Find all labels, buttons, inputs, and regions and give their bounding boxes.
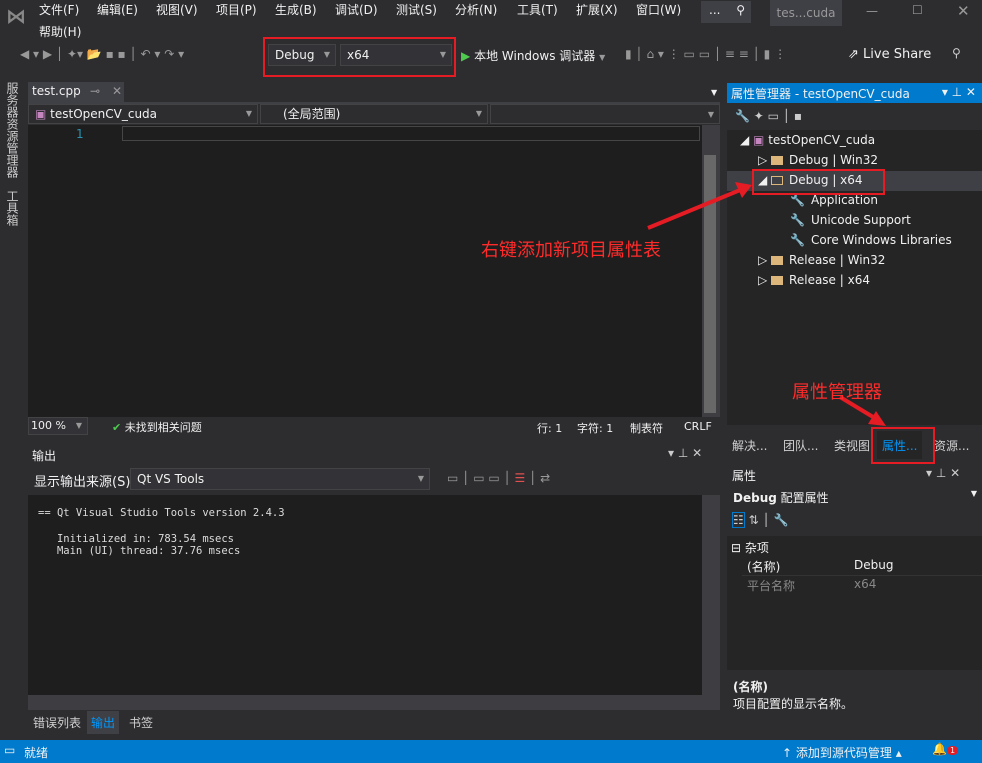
status-ready: 就绪 bbox=[24, 746, 49, 760]
property-name: (名称) bbox=[747, 560, 781, 574]
property-name: 平台名称 bbox=[747, 579, 796, 593]
properties-title: 属性 bbox=[732, 469, 757, 483]
object-name: Debug bbox=[733, 491, 777, 505]
add-source-control-button[interactable]: ↑ 添加到源代码管理 ▴ bbox=[782, 744, 902, 761]
arrow-to-debug-x64 bbox=[647, 186, 746, 230]
annotation-prop-manager: 属性管理器 bbox=[792, 382, 882, 403]
properties-object-dropdown[interactable]: Debug 配置属性 ▼ bbox=[727, 487, 982, 509]
object-type: 配置属性 bbox=[780, 491, 829, 505]
category-misc[interactable]: ⊟ 杂项 bbox=[731, 539, 769, 556]
collapse-icon: ⊟ bbox=[731, 541, 742, 555]
category-label: 杂项 bbox=[744, 541, 769, 555]
tab-class-view[interactable]: 类视图 bbox=[834, 437, 870, 454]
tab-solution-explorer[interactable]: 解决... bbox=[732, 437, 767, 454]
status-icon: ▭ bbox=[4, 743, 16, 757]
properties-controls[interactable]: ▾ ⊥ ✕ bbox=[926, 466, 960, 480]
source-control-label: 添加到源代码管理 bbox=[795, 746, 892, 760]
annotation-right-click: 右键添加新项目属性表 bbox=[481, 240, 661, 261]
property-description-title: (名称) bbox=[733, 680, 768, 694]
property-row-name[interactable]: (名称) Debug bbox=[742, 557, 982, 576]
properties-toolbar[interactable]: ☷ ⇅ │ 🔧 bbox=[732, 512, 788, 528]
property-description: 项目配置的显示名称。 bbox=[733, 697, 854, 711]
property-value: Debug bbox=[854, 558, 894, 572]
tab-team[interactable]: 团队... bbox=[783, 437, 818, 454]
property-value: x64 bbox=[854, 577, 877, 591]
notifications-button[interactable]: 🔔 1 bbox=[932, 742, 959, 756]
tab-resource-view[interactable]: 资源... bbox=[934, 437, 969, 454]
highlight-prop-tab bbox=[871, 427, 935, 464]
property-row-platform[interactable]: 平台名称 x64 bbox=[742, 576, 982, 595]
notification-count: 1 bbox=[946, 746, 959, 755]
